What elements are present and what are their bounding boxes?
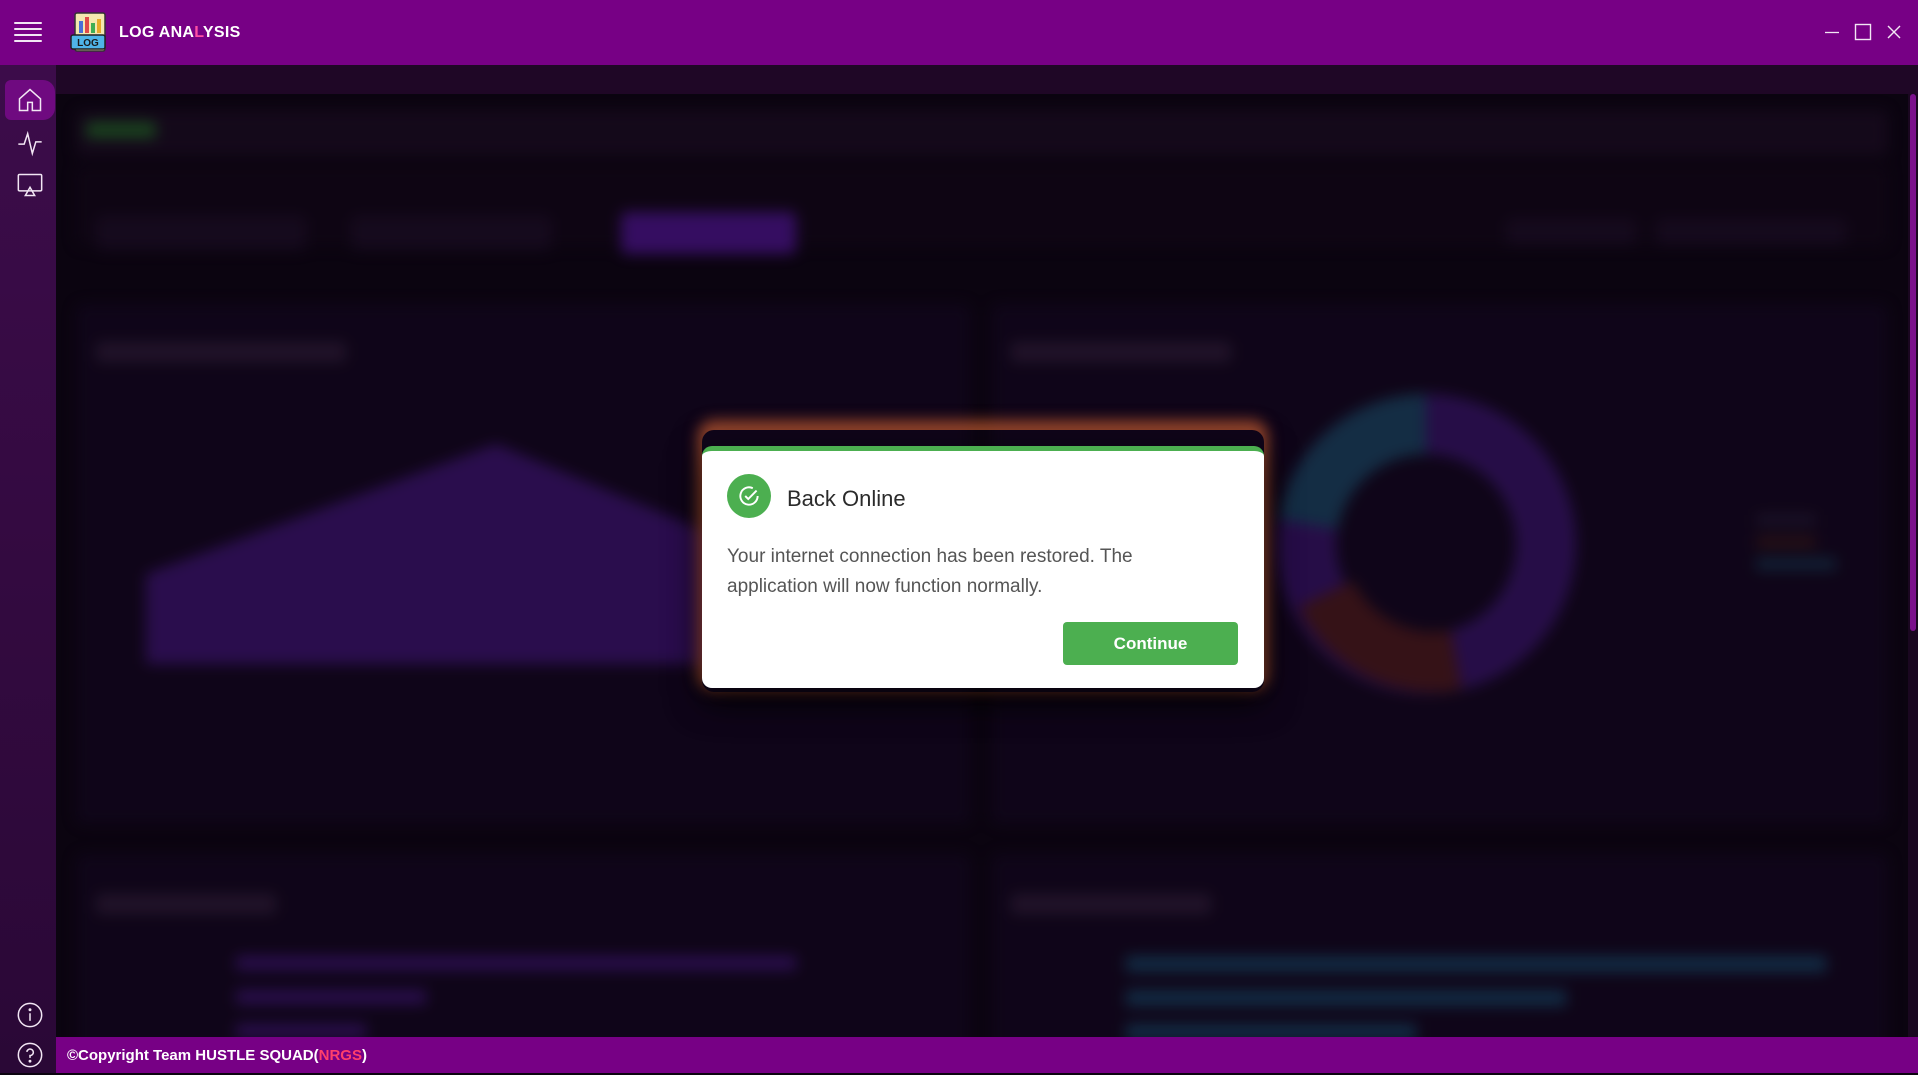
back-online-dialog: Back Online Your internet connection has… [702,446,1264,688]
svg-text:LOG: LOG [77,38,99,49]
sidebar-item-help[interactable] [5,1035,55,1075]
activity-icon [18,130,42,157]
check-circle-icon [727,474,771,518]
sidebar [0,65,56,1073]
sidebar-item-activity[interactable] [5,123,55,163]
app-title: LOG ANALYSIS [119,24,241,41]
footer: ©Copyright Team HUSTLE SQUAD(NRGS) [56,1037,1918,1073]
minimize-icon[interactable] [1820,20,1844,44]
sub-bar [56,65,1918,94]
sidebar-item-info[interactable] [5,995,55,1035]
close-icon[interactable] [1882,20,1906,44]
help-icon [17,1042,43,1068]
app-logo: LOG [69,11,111,55]
title-bar: LOG LOG ANALYSIS [0,0,1918,65]
sidebar-item-presentation[interactable] [5,165,55,205]
info-icon [17,1002,43,1028]
presentation-icon [17,173,43,197]
home-icon [18,88,42,112]
continue-button[interactable]: Continue [1063,622,1238,665]
scrollbar-thumb[interactable] [1910,94,1916,631]
copyright-text: ©Copyright Team HUSTLE SQUAD(NRGS) [67,1047,367,1064]
dialog-message: Your internet connection has been restor… [727,546,1133,597]
maximize-icon[interactable] [1851,20,1875,44]
dialog-title: Back Online [787,486,906,511]
sidebar-item-home[interactable] [5,80,55,120]
hamburger-menu-icon[interactable] [14,22,42,42]
